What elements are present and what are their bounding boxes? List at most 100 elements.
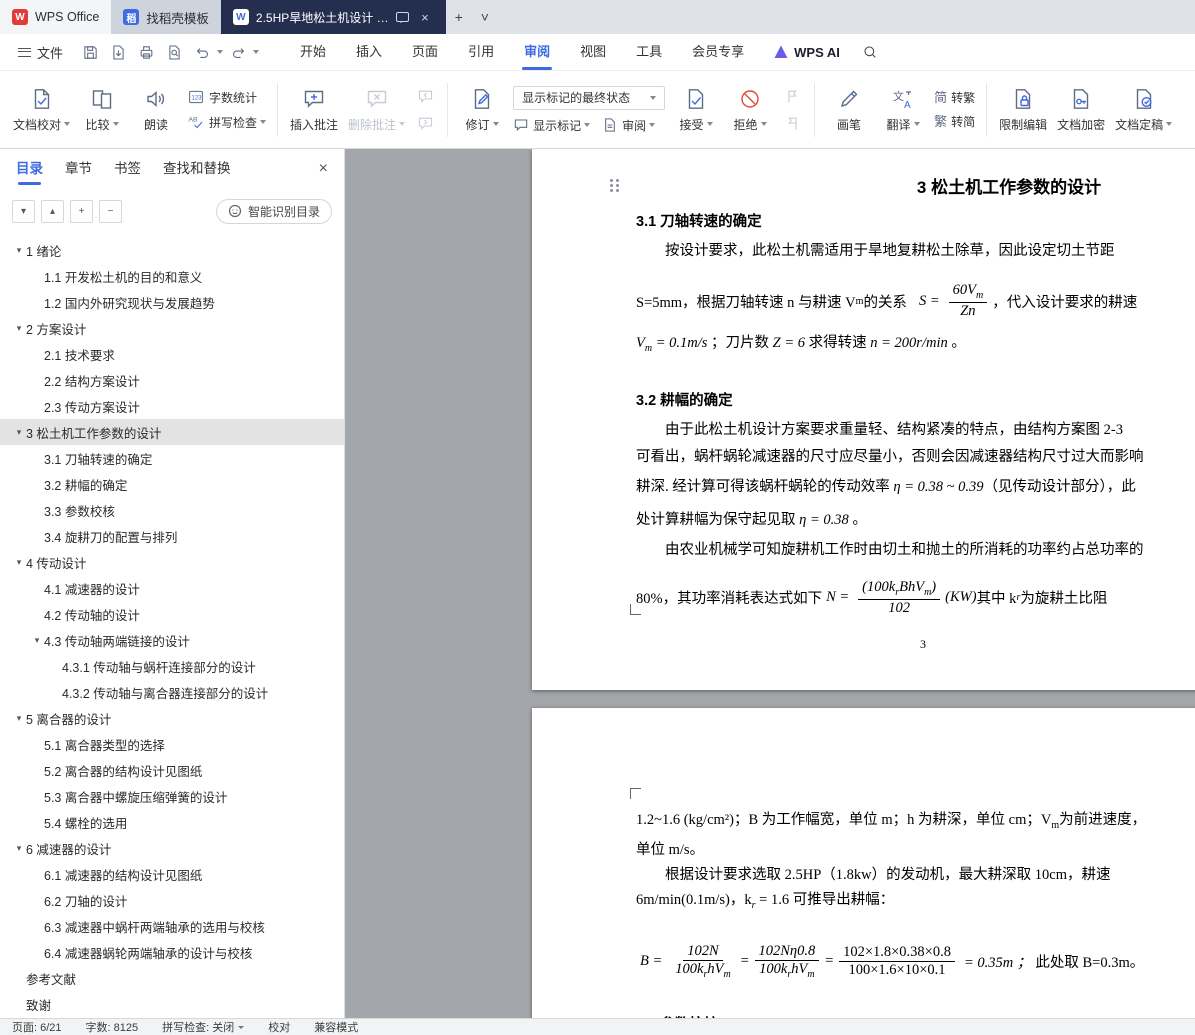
toc-expand-arrow-icon[interactable]: ▾ [12, 713, 26, 724]
menu-tab[interactable]: 页面 [397, 34, 453, 70]
output-pdf-button[interactable] [105, 40, 131, 64]
status-proofread[interactable]: 校对 [268, 1019, 290, 1035]
chevron-down-icon[interactable] [253, 50, 260, 54]
previous-comment-button[interactable] [414, 86, 436, 106]
doc-proofread-button[interactable]: 文档校对 [8, 83, 75, 137]
toc-item[interactable]: ▾ 1 绪论 [0, 237, 344, 263]
paragraph-drag-handle-icon[interactable] [610, 179, 613, 182]
status-spell-check[interactable]: 拼写检查: 关闭 [162, 1019, 245, 1035]
menu-tab[interactable]: 工具 [621, 34, 677, 70]
toc-item[interactable]: 参考文献 [0, 965, 344, 991]
toc-item[interactable]: 4.2 传动轴的设计 [0, 601, 344, 627]
document-page-1[interactable]: 3 松土机工作参数的设计 3.1 刀轴转速的确定 按设计要求，此松土机需适用于旱… [532, 149, 1195, 690]
ink-pen-button[interactable]: 画笔 [822, 83, 876, 137]
chevron-down-icon[interactable] [217, 50, 224, 54]
tab-wps-home[interactable]: W WPS Office [0, 0, 112, 34]
next-revision-button[interactable] [781, 113, 803, 133]
toc-item[interactable]: ▾ 6 减速器的设计 [0, 835, 344, 861]
smart-toc-button[interactable]: 智能识别目录 [215, 198, 332, 224]
print-preview-button[interactable] [161, 40, 187, 64]
toc-item[interactable]: 6.4 减速器蜗轮两端轴承的设计与校核 [0, 939, 344, 965]
translate-button[interactable]: 文 A 翻译 [876, 83, 930, 137]
previous-revision-button[interactable] [781, 86, 803, 106]
tab-list-button[interactable]: ˅ [472, 0, 498, 34]
document-canvas[interactable]: 3 松土机工作参数的设计 3.1 刀轴转速的确定 按设计要求，此松土机需适用于旱… [345, 149, 1195, 1018]
toc-item[interactable]: ▾ 3 松土机工作参数的设计 [0, 419, 344, 445]
toc-item[interactable]: ▾ 4.3 传动轴两端链接的设计 [0, 627, 344, 653]
toc-item[interactable]: 2.3 传动方案设计 [0, 393, 344, 419]
collapse-all-button[interactable]: ▾ [12, 199, 35, 223]
restrict-editing-button[interactable]: 限制编辑 [994, 83, 1052, 137]
menu-tab[interactable]: 视图 [565, 34, 621, 70]
reject-revision-button[interactable]: 拒绝 [723, 83, 777, 137]
markup-state-select[interactable]: 显示标记的最终状态 [513, 85, 666, 110]
menu-tab[interactable]: 引用 [453, 34, 509, 70]
status-compat-mode[interactable]: 兼容模式 [314, 1019, 358, 1035]
menu-tab[interactable]: 开始 [285, 34, 341, 70]
close-pane-icon[interactable]: × [319, 160, 328, 178]
review-options-button[interactable]: 审阅 [602, 117, 656, 134]
sidebar-tab[interactable]: 章节 [65, 149, 92, 189]
menu-tab[interactable]: 会员专享 [677, 34, 759, 70]
close-document-tab-icon[interactable]: × [416, 10, 434, 25]
toc-item[interactable]: 4.3.2 传动轴与离合器连接部分的设计 [0, 679, 344, 705]
zoom-in-outline-button[interactable]: + [70, 199, 93, 223]
sidebar-tab[interactable]: 书签 [114, 149, 141, 189]
insert-comment-button[interactable]: 插入批注 [285, 83, 343, 137]
menu-tab[interactable]: 审阅 [509, 34, 565, 70]
toc-expand-arrow-icon[interactable]: ▾ [30, 635, 44, 646]
toc-item[interactable]: 1.2 国内外研究现状与发展趋势 [0, 289, 344, 315]
toc-item[interactable]: 2.2 结构方案设计 [0, 367, 344, 393]
toc-item[interactable]: 致谢 [0, 991, 344, 1017]
toc-item[interactable]: 5.3 离合器中螺旋压缩弹簧的设计 [0, 783, 344, 809]
toc-item[interactable]: 1.1 开发松土机的目的和意义 [0, 263, 344, 289]
toc-item[interactable]: ▾ 5 离合器的设计 [0, 705, 344, 731]
track-changes-button[interactable]: 修订 [455, 83, 509, 137]
zoom-out-outline-button[interactable]: − [99, 199, 122, 223]
save-button[interactable] [77, 40, 103, 64]
status-page-info[interactable]: 页面: 6/21 [12, 1019, 62, 1035]
toc-item[interactable]: 3.4 旋耕刀的配置与排列 [0, 523, 344, 549]
toc-item[interactable]: 5.2 离合器的结构设计见图纸 [0, 757, 344, 783]
toc-expand-arrow-icon[interactable]: ▾ [12, 323, 26, 334]
toc-item[interactable]: ▾ 2 方案设计 [0, 315, 344, 341]
toc-item[interactable]: 6.1 减速器的结构设计见图纸 [0, 861, 344, 887]
toc-item[interactable]: 5.4 螺栓的选用 [0, 809, 344, 835]
sidebar-tab[interactable]: 查找和替换 [163, 149, 231, 189]
toc-item[interactable]: 3.3 参数校核 [0, 497, 344, 523]
expand-all-button[interactable]: ▴ [41, 199, 64, 223]
toc-item[interactable]: 5.1 离合器类型的选择 [0, 731, 344, 757]
toc-expand-arrow-icon[interactable]: ▾ [12, 557, 26, 568]
simplified-to-traditional-button[interactable]: 简 转繁 [934, 89, 975, 106]
traditional-to-simplified-button[interactable]: 繁 转简 [934, 113, 975, 130]
spell-check-button[interactable]: AB 拼写检查 [187, 113, 267, 131]
tab-docer-templates[interactable]: 稻 找稻壳模板 [111, 0, 221, 34]
show-markup-button[interactable]: 显示标记 [513, 117, 591, 134]
document-page-2[interactable]: 1.2~1.6 (kg/cm²)；B 为工作幅宽，单位 m；h 为耕深，单位 c… [532, 708, 1195, 1018]
status-word-count[interactable]: 字数: 8125 [86, 1019, 139, 1035]
toc-expand-arrow-icon[interactable]: ▾ [12, 843, 26, 854]
encrypt-document-button[interactable]: 文档加密 [1052, 83, 1110, 137]
read-aloud-button[interactable]: 朗读 [129, 83, 183, 137]
new-tab-button[interactable]: + [446, 0, 472, 34]
redo-button[interactable] [225, 40, 251, 64]
toc-item[interactable]: ▾ 4 传动设计 [0, 549, 344, 575]
toc-item[interactable]: 3.2 耕幅的确定 [0, 471, 344, 497]
toc-item[interactable]: 6.3 减速器中蜗杆两端轴承的选用与校核 [0, 913, 344, 939]
toc-expand-arrow-icon[interactable]: ▾ [12, 427, 26, 438]
toc-item[interactable]: 4.3.1 传动轴与蜗杆连接部分的设计 [0, 653, 344, 679]
toc-item[interactable]: 2.1 技术要求 [0, 341, 344, 367]
toc-expand-arrow-icon[interactable]: ▾ [12, 245, 26, 256]
word-count-button[interactable]: 123 字数统计 [187, 88, 266, 106]
menu-tab[interactable]: 插入 [341, 34, 397, 70]
undo-button[interactable] [189, 40, 215, 64]
sidebar-tab[interactable]: 目录 [16, 149, 43, 189]
finalize-document-button[interactable]: 文档定稿 [1110, 83, 1177, 137]
toc-item[interactable]: 6.2 刀轴的设计 [0, 887, 344, 913]
search-button[interactable] [862, 44, 878, 60]
print-button[interactable] [133, 40, 159, 64]
wps-ai-button[interactable]: WPS AI [773, 44, 840, 60]
file-menu-button[interactable]: 文件 [8, 43, 73, 62]
delete-comment-button[interactable]: 删除批注 [343, 83, 410, 137]
compare-button[interactable]: 比较 [75, 83, 129, 137]
